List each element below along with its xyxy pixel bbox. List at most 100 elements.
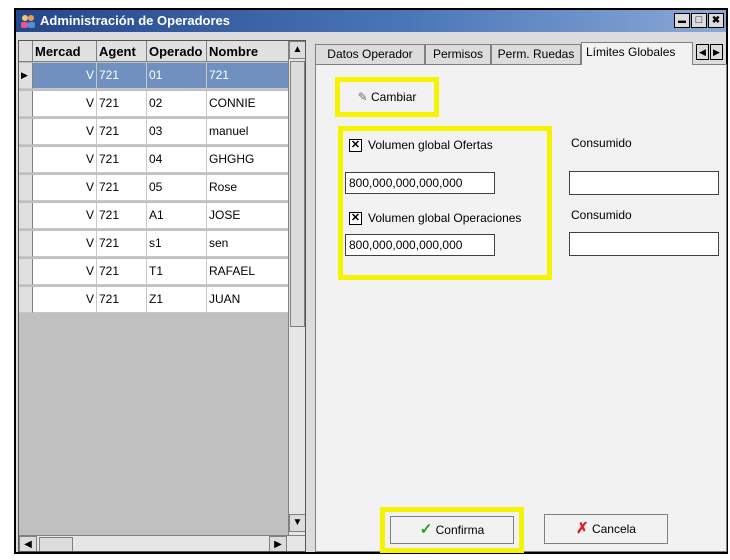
cell-mercado[interactable]: V <box>33 231 97 257</box>
cell-agente[interactable]: 721 <box>97 203 147 229</box>
cell-operador[interactable]: 04 <box>147 147 207 173</box>
row-indicator[interactable] <box>19 203 33 229</box>
scroll-thumb[interactable] <box>290 61 305 327</box>
scroll-right-icon[interactable]: ▶ <box>269 536 287 551</box>
cell-mercado[interactable]: V <box>33 63 97 89</box>
table-row[interactable]: V 721 T1 RAFAEL <box>19 259 289 285</box>
vol-operaciones-label: Volumen global Operaciones <box>368 211 522 225</box>
grid-header: Mercad Agent Operado Nombre <box>19 41 289 63</box>
scroll-down-icon[interactable]: ▼ <box>289 514 305 532</box>
cambiar-button[interactable]: ✎ Cambiar <box>343 85 431 109</box>
horizontal-scrollbar[interactable]: ◀ ▶ <box>19 535 305 551</box>
cell-agente[interactable]: 721 <box>97 63 147 89</box>
minimize-button[interactable]: ▬ <box>674 13 690 28</box>
vertical-scrollbar[interactable]: ▲ ▼ <box>288 41 305 535</box>
title-bar[interactable]: Administración de Operadores ▬ □ ✖ <box>16 10 726 32</box>
confirma-button[interactable]: ✓ Confirma <box>390 516 514 544</box>
cell-mercado[interactable]: V <box>33 91 97 117</box>
cell-nombre[interactable]: JOSE <box>207 203 289 229</box>
row-indicator[interactable] <box>19 287 33 313</box>
cell-nombre[interactable]: CONNIE <box>207 91 289 117</box>
cell-mercado[interactable]: V <box>33 203 97 229</box>
cell-agente[interactable]: 721 <box>97 119 147 145</box>
row-indicator[interactable] <box>19 119 33 145</box>
cell-operador[interactable]: T1 <box>147 259 207 285</box>
vol-ofertas-input[interactable]: 800,000,000,000,000 <box>345 172 495 194</box>
header-mercado[interactable]: Mercad <box>33 41 97 62</box>
table-row[interactable]: V 721 04 GHGHG <box>19 147 289 173</box>
close-button[interactable]: ✖ <box>708 13 724 28</box>
consumido-input-2[interactable] <box>569 232 719 256</box>
vol-ofertas-label: Volumen global Ofertas <box>368 138 493 152</box>
header-nombre[interactable]: Nombre <box>207 41 289 62</box>
operators-grid[interactable]: Mercad Agent Operado Nombre ▶ V 721 01 721 V 7… <box>18 40 306 552</box>
header-agente[interactable]: Agent <box>97 41 147 62</box>
vol-operaciones-checkbox[interactable]: ✕ <box>349 212 362 225</box>
cell-mercado[interactable]: V <box>33 287 97 313</box>
consumido-input-1[interactable] <box>569 171 719 195</box>
cell-nombre[interactable]: GHGHG <box>207 147 289 173</box>
cell-nombre[interactable]: manuel <box>207 119 289 145</box>
cell-agente[interactable]: 721 <box>97 91 147 117</box>
header-indicator <box>19 41 33 62</box>
tab-perm-ruedas[interactable]: Perm. Ruedas <box>491 44 581 64</box>
cell-agente[interactable]: 721 <box>97 231 147 257</box>
cell-operador[interactable]: 03 <box>147 119 207 145</box>
tab-strip: Datos Operador Permisos Perm. Ruedas Lím… <box>315 42 727 65</box>
cell-nombre[interactable]: RAFAEL <box>207 259 289 285</box>
cell-agente[interactable]: 721 <box>97 175 147 201</box>
cell-agente[interactable]: 721 <box>97 147 147 173</box>
table-row[interactable]: V 721 05 Rose <box>19 175 289 201</box>
tab-limites-globales[interactable]: Límites Globales <box>581 42 693 65</box>
cancel-x-icon: ✗ <box>576 520 589 537</box>
maximize-button[interactable]: □ <box>691 13 707 28</box>
tab-permisos[interactable]: Permisos <box>425 44 491 64</box>
maximize-icon: □ <box>695 14 703 26</box>
tab-next-icon[interactable]: ▶ <box>710 44 723 60</box>
vol-operaciones-input[interactable]: 800,000,000,000,000 <box>345 234 495 256</box>
cambiar-label: Cambiar <box>371 90 417 104</box>
minimize-icon: ▬ <box>678 16 686 25</box>
users-icon <box>21 15 35 28</box>
cell-operador[interactable]: 02 <box>147 91 207 117</box>
cell-nombre[interactable]: sen <box>207 231 289 257</box>
cell-operador[interactable]: 05 <box>147 175 207 201</box>
table-row[interactable]: V 721 03 manuel <box>19 119 289 145</box>
cell-mercado[interactable]: V <box>33 175 97 201</box>
close-icon: ✖ <box>711 15 721 26</box>
cell-mercado[interactable]: V <box>33 147 97 173</box>
table-row[interactable]: V 721 s1 sen <box>19 231 289 257</box>
tab-prev-icon[interactable]: ◀ <box>696 44 709 60</box>
cell-operador[interactable]: A1 <box>147 203 207 229</box>
cell-operador[interactable]: s1 <box>147 231 207 257</box>
hscroll-thumb[interactable] <box>39 537 73 551</box>
table-row[interactable]: V 721 Z1 JUAN <box>19 287 289 313</box>
row-indicator[interactable] <box>19 259 33 285</box>
table-row[interactable]: V 721 02 CONNIE <box>19 91 289 117</box>
row-indicator[interactable] <box>19 175 33 201</box>
header-operador[interactable]: Operado <box>147 41 207 62</box>
scroll-left-icon[interactable]: ◀ <box>19 536 37 551</box>
cell-operador[interactable]: Z1 <box>147 287 207 313</box>
cell-nombre[interactable]: JUAN <box>207 287 289 313</box>
cancela-button[interactable]: ✗ Cancela <box>544 514 668 544</box>
cell-mercado[interactable]: V <box>33 119 97 145</box>
cell-mercado[interactable]: V <box>33 259 97 285</box>
table-row[interactable]: ▶ V 721 01 721 <box>19 63 289 89</box>
consumido-label-2: Consumido <box>571 208 632 222</box>
table-row[interactable]: V 721 A1 JOSE <box>19 203 289 229</box>
cell-agente[interactable]: 721 <box>97 259 147 285</box>
cell-nombre[interactable]: Rose <box>207 175 289 201</box>
tab-datos-operador[interactable]: Datos Operador <box>315 44 425 64</box>
cell-nombre[interactable]: 721 <box>207 63 289 89</box>
row-pointer-icon[interactable]: ▶ <box>19 63 33 89</box>
cell-operador[interactable]: 01 <box>147 63 207 89</box>
scroll-up-icon[interactable]: ▲ <box>289 41 305 59</box>
row-indicator[interactable] <box>19 91 33 117</box>
row-indicator[interactable] <box>19 147 33 173</box>
cell-agente[interactable]: 721 <box>97 287 147 313</box>
limites-globales-panel: ✎ Cambiar ✕ Volumen global Ofertas 800,0… <box>315 64 727 553</box>
grid-empty-area <box>19 321 289 533</box>
vol-ofertas-checkbox[interactable]: ✕ <box>349 139 362 152</box>
row-indicator[interactable] <box>19 231 33 257</box>
